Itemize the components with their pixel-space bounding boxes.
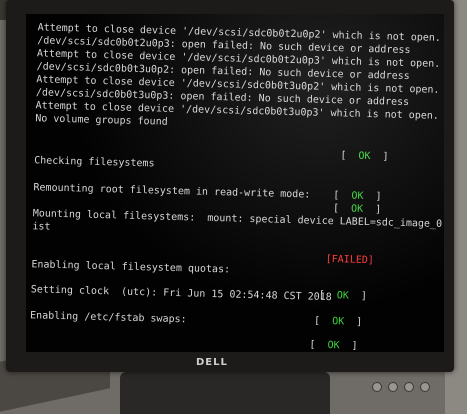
monitor-button[interactable]	[372, 382, 382, 392]
monitor-stand	[120, 372, 330, 414]
console-line-quotas: Enabling local filesystem quotas:	[31, 259, 231, 276]
status-ok-mount: [ OK ]	[332, 203, 382, 216]
console-line-checking: Checking filesystems	[34, 155, 155, 170]
monitor-button[interactable]	[388, 382, 398, 392]
console-line-remounting: Remounting root filesystem in read-write…	[33, 182, 311, 201]
dell-logo: DELL	[196, 357, 228, 368]
monitor-button[interactable]	[404, 382, 414, 392]
failed-label: FAILED	[331, 254, 368, 267]
power-button[interactable]	[420, 382, 430, 392]
status-ok-remount: [ OK ]	[333, 190, 382, 203]
console-line: No volume groups found	[35, 113, 168, 128]
status-failed-quotas: [FAILED]	[325, 253, 374, 267]
console-line-mounting-cont: ist	[32, 221, 51, 233]
console-line-swaps: Enabling /etc/fstab swaps:	[29, 310, 187, 326]
bracket: ]	[382, 151, 389, 163]
status-ok-checking: [ OK ]	[340, 150, 389, 163]
console-line-mounting: Mounting local filesystems: mount: speci…	[32, 208, 443, 230]
status-ok-swaps: [ OK ]	[313, 315, 363, 328]
bracket: [	[340, 150, 347, 162]
monitor-screen: Attempt to close device '/dev/scsi/sdc0b…	[26, 14, 444, 352]
console-line-clock: Setting clock (utc): Fri Jun 15 02:54:48…	[30, 284, 332, 304]
ok-label: OK	[358, 150, 371, 163]
monitor-bezel: Attempt to close device '/dev/scsi/sdc0b…	[6, 0, 454, 392]
status-ok-last: [ OK ]	[309, 339, 358, 352]
boot-console: Attempt to close device '/dev/scsi/sdc0b…	[26, 14, 444, 352]
